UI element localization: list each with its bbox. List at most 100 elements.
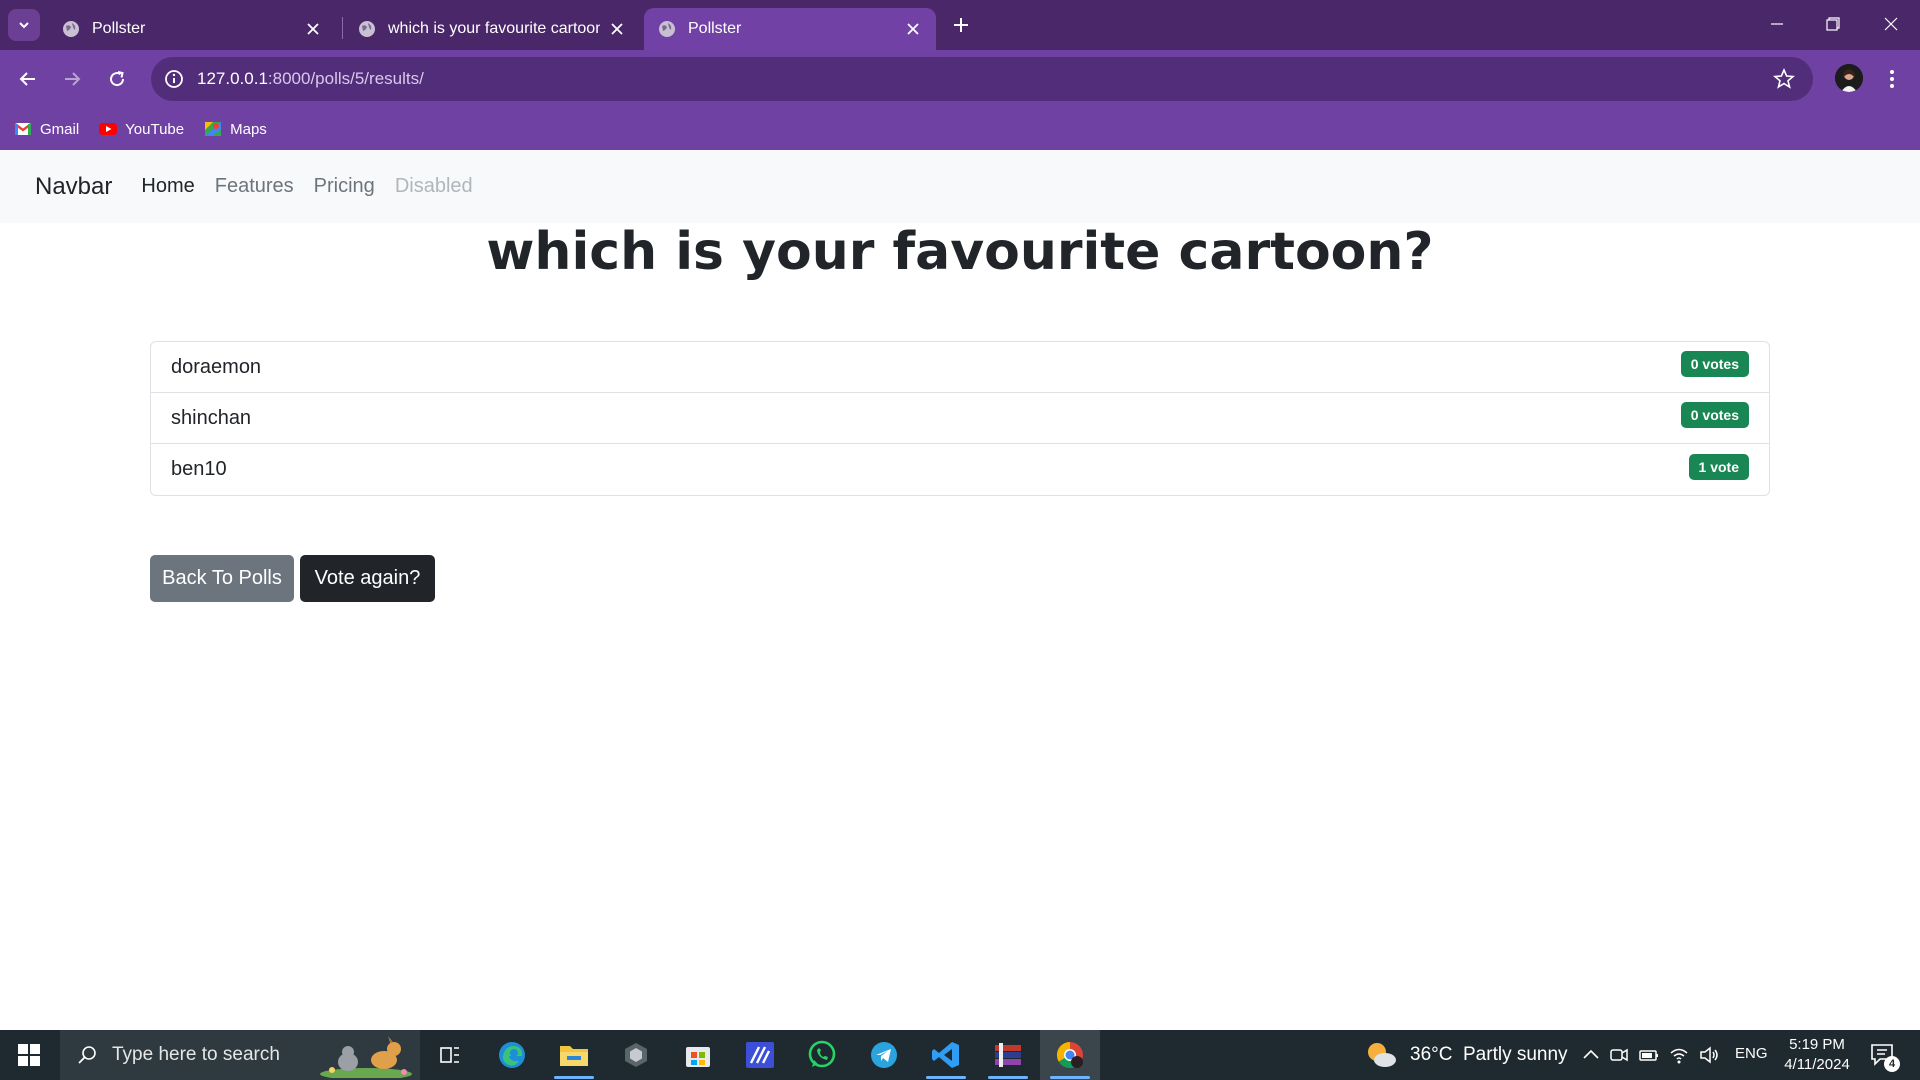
tab-3-active[interactable]: Pollster: [644, 8, 936, 50]
search-highlight-illustration: [320, 1036, 412, 1078]
nav-link-disabled: Disabled: [394, 175, 473, 197]
result-item: ben10 1 vote: [151, 444, 1769, 495]
result-item: shinchan 0 votes: [151, 393, 1769, 444]
taskbar-edge[interactable]: [482, 1030, 542, 1080]
tab-title: Pollster: [92, 20, 146, 37]
avatar-icon: [1835, 64, 1863, 92]
restore-button[interactable]: [1810, 6, 1856, 42]
taskbar-app-hex[interactable]: [606, 1030, 666, 1080]
running-indicator: [554, 1076, 594, 1079]
choice-label: ben10: [171, 458, 227, 480]
battery-icon[interactable]: [1638, 1044, 1660, 1066]
navbar-brand[interactable]: Navbar: [35, 173, 112, 201]
taskbar-telegram[interactable]: [854, 1030, 914, 1080]
globe-icon: [359, 21, 375, 37]
browser-menu-button[interactable]: [1880, 63, 1904, 95]
taskbar-app-stacked[interactable]: [978, 1030, 1038, 1080]
close-window-button[interactable]: [1868, 6, 1914, 42]
bookmark-label: YouTube: [125, 120, 185, 138]
volume-icon[interactable]: [1698, 1044, 1720, 1066]
taskbar-file-explorer[interactable]: [544, 1030, 604, 1080]
tab-title: Pollster: [688, 20, 742, 37]
bookmark-gmail[interactable]: Gmail: [14, 120, 79, 138]
address-bar[interactable]: 127.0.0.1:8000/polls/5/results/: [151, 57, 1813, 101]
minimize-icon: [1771, 23, 1783, 25]
nav-link-pricing[interactable]: Pricing: [314, 175, 375, 198]
vote-again-button[interactable]: Vote again?: [300, 555, 435, 602]
poll-question-title: which is your favourite cartoon?: [486, 222, 1434, 282]
bookmark-star-icon[interactable]: [1773, 68, 1795, 90]
running-indicator: [926, 1076, 966, 1079]
meet-now-icon[interactable]: [1608, 1044, 1630, 1066]
vote-count-badge: 1 vote: [1688, 453, 1749, 480]
taskbar-vscode[interactable]: [916, 1030, 976, 1080]
profile-avatar[interactable]: [1835, 64, 1863, 92]
task-view-icon: [440, 1047, 459, 1063]
more-vertical-icon: [1890, 70, 1894, 88]
taskbar-task-view[interactable]: [420, 1030, 480, 1080]
nav-link-features[interactable]: Features: [215, 175, 294, 198]
results-list: doraemon 0 votes shinchan 0 votes ben10 …: [150, 341, 1770, 496]
chevron-up-icon[interactable]: [1580, 1044, 1602, 1066]
blue-app-icon: [746, 1042, 774, 1068]
search-icon: [78, 1046, 96, 1064]
hexagon-app-icon: [625, 1043, 647, 1067]
close-icon[interactable]: [304, 20, 322, 38]
close-icon[interactable]: [904, 20, 922, 38]
start-button[interactable]: [0, 1030, 58, 1080]
weather-text: 36°C Partly sunny: [1410, 1044, 1568, 1065]
reload-button[interactable]: [101, 63, 133, 95]
tab-1[interactable]: Pollster: [48, 8, 336, 50]
taskbar-search-box[interactable]: Type here to search: [60, 1030, 420, 1080]
back-button[interactable]: [12, 63, 44, 95]
wifi-icon[interactable]: [1668, 1044, 1690, 1066]
close-icon: [1884, 17, 1898, 31]
edge-icon: [499, 1042, 525, 1068]
bookmarks-bar: Gmail YouTube Maps: [0, 108, 1920, 150]
maps-icon: [205, 122, 222, 136]
taskbar-app-blue[interactable]: [730, 1030, 790, 1080]
globe-icon: [63, 21, 79, 37]
bookmark-label: Gmail: [40, 120, 80, 138]
forward-button[interactable]: [56, 63, 88, 95]
close-icon[interactable]: [608, 20, 626, 38]
url-path: :8000/polls/5/results/: [267, 69, 424, 88]
taskbar-microsoft-store[interactable]: [668, 1030, 728, 1080]
vscode-icon: [932, 1042, 959, 1068]
running-indicator: [988, 1076, 1028, 1079]
tab-title: which is your favourite cartoon?: [388, 20, 600, 37]
clock-time: 5:19 PM: [1789, 1036, 1845, 1053]
browser-toolbar: 127.0.0.1:8000/polls/5/results/: [0, 50, 1920, 108]
url-text[interactable]: 127.0.0.1:8000/polls/5/results/: [197, 69, 424, 89]
stacked-app-icon: [995, 1043, 1021, 1067]
input-language[interactable]: ENG: [1735, 1045, 1768, 1062]
bookmark-maps[interactable]: Maps: [204, 120, 267, 138]
vote-count-badge: 0 votes: [1680, 351, 1749, 377]
site-info-icon[interactable]: [163, 68, 185, 90]
bookmark-label: Maps: [230, 120, 267, 138]
tab-strip: Pollster which is your favourite cartoon…: [0, 0, 1920, 50]
weather-widget[interactable]: 36°C Partly sunny: [1364, 1030, 1568, 1080]
taskbar-whatsapp[interactable]: [792, 1030, 852, 1080]
arrow-left-icon: [19, 72, 35, 86]
back-to-polls-button[interactable]: Back To Polls: [150, 555, 294, 602]
reload-icon: [110, 71, 125, 87]
running-indicator: [1050, 1076, 1090, 1079]
whatsapp-icon: [808, 1040, 836, 1068]
choice-label: doraemon: [171, 355, 262, 378]
choice-label: shinchan: [171, 406, 252, 429]
windows-logo-icon: [18, 1044, 40, 1066]
minimize-button[interactable]: [1754, 6, 1800, 42]
bookmark-youtube[interactable]: YouTube: [99, 120, 184, 138]
plus-icon: [954, 18, 968, 32]
chevron-down-icon: [19, 22, 29, 29]
notification-count-badge: 4: [1884, 1056, 1900, 1072]
taskbar-chrome[interactable]: [1040, 1030, 1100, 1080]
nav-link-home[interactable]: Home: [141, 175, 194, 198]
youtube-icon: [99, 123, 118, 135]
tab-2[interactable]: which is your favourite cartoon?: [344, 8, 640, 50]
tab-search-button[interactable]: [8, 9, 40, 41]
clock[interactable]: 5:19 PM 4/11/2024: [1772, 1035, 1862, 1075]
new-tab-button[interactable]: [948, 12, 974, 38]
folder-icon: [560, 1046, 588, 1066]
